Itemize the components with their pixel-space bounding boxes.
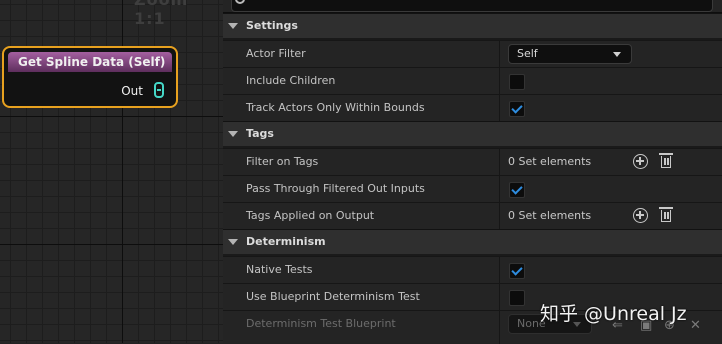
row-label: Filter on Tags — [246, 155, 319, 168]
get-spline-data-node[interactable]: Get Spline Data (Self) Out — [2, 46, 178, 108]
row-label: Actor Filter — [246, 47, 306, 60]
row-tags-applied: Tags Applied on Output 0 Set elements — [223, 202, 722, 230]
row-label: Native Tests — [246, 263, 313, 276]
chevron-down-icon — [228, 131, 238, 137]
set-elements-count: 0 Set elements — [508, 155, 592, 168]
node-out-label: Out — [121, 84, 143, 98]
row-label: Tags Applied on Output — [246, 209, 375, 222]
watermark: 知乎 @Unreal Jz — [540, 303, 687, 325]
row-label: Pass Through Filtered Out Inputs — [246, 182, 425, 195]
row-include-children: Include Children — [223, 67, 722, 95]
chevron-down-icon — [228, 239, 238, 245]
pass-through-checkbox[interactable] — [509, 182, 525, 198]
actor-filter-dropdown[interactable]: Self — [508, 44, 632, 64]
search-bar — [223, 0, 722, 13]
row-label: Use Blueprint Determinism Test — [246, 290, 420, 303]
row-track-actors: Track Actors Only Within Bounds — [223, 94, 722, 122]
search-input[interactable] — [231, 0, 713, 12]
chevron-down-icon — [613, 52, 621, 57]
trash-icon[interactable] — [659, 207, 673, 222]
section-title: Settings — [246, 19, 298, 32]
section-tags[interactable]: Tags — [223, 121, 722, 146]
section-title: Tags — [246, 127, 274, 140]
details-panel: Settings Actor Filter Self Include Child… — [223, 0, 722, 344]
close-icon[interactable]: ✕ — [690, 318, 701, 333]
out-pin-icon[interactable] — [154, 82, 164, 98]
zoom-label: Zoom 1:1 — [134, 0, 187, 28]
node-title: Get Spline Data (Self) — [8, 52, 172, 72]
set-elements-count: 0 Set elements — [508, 209, 592, 222]
row-pass-through: Pass Through Filtered Out Inputs — [223, 175, 722, 203]
trash-icon[interactable] — [659, 153, 673, 168]
row-native-tests: Native Tests — [223, 256, 722, 284]
row-label: Track Actors Only Within Bounds — [246, 101, 425, 114]
section-settings[interactable]: Settings — [223, 13, 722, 38]
row-actor-filter: Actor Filter Self — [223, 40, 722, 68]
add-icon[interactable] — [633, 154, 648, 169]
track-actors-checkbox[interactable] — [509, 101, 525, 117]
graph-canvas[interactable]: Zoom 1:1 Get Spline Data (Self) Out — [0, 0, 223, 343]
section-title: Determinism — [246, 235, 326, 248]
chevron-down-icon — [228, 23, 238, 29]
dropdown-value: Self — [517, 47, 538, 60]
row-label: Include Children — [246, 74, 336, 87]
section-determinism[interactable]: Determinism — [223, 229, 722, 254]
row-filter-on-tags: Filter on Tags 0 Set elements — [223, 148, 722, 176]
add-icon[interactable] — [633, 208, 648, 223]
native-tests-checkbox[interactable] — [509, 263, 525, 279]
row-label: Determinism Test Blueprint — [246, 317, 396, 330]
use-blueprint-test-checkbox[interactable] — [509, 290, 525, 306]
include-children-checkbox[interactable] — [509, 74, 525, 90]
